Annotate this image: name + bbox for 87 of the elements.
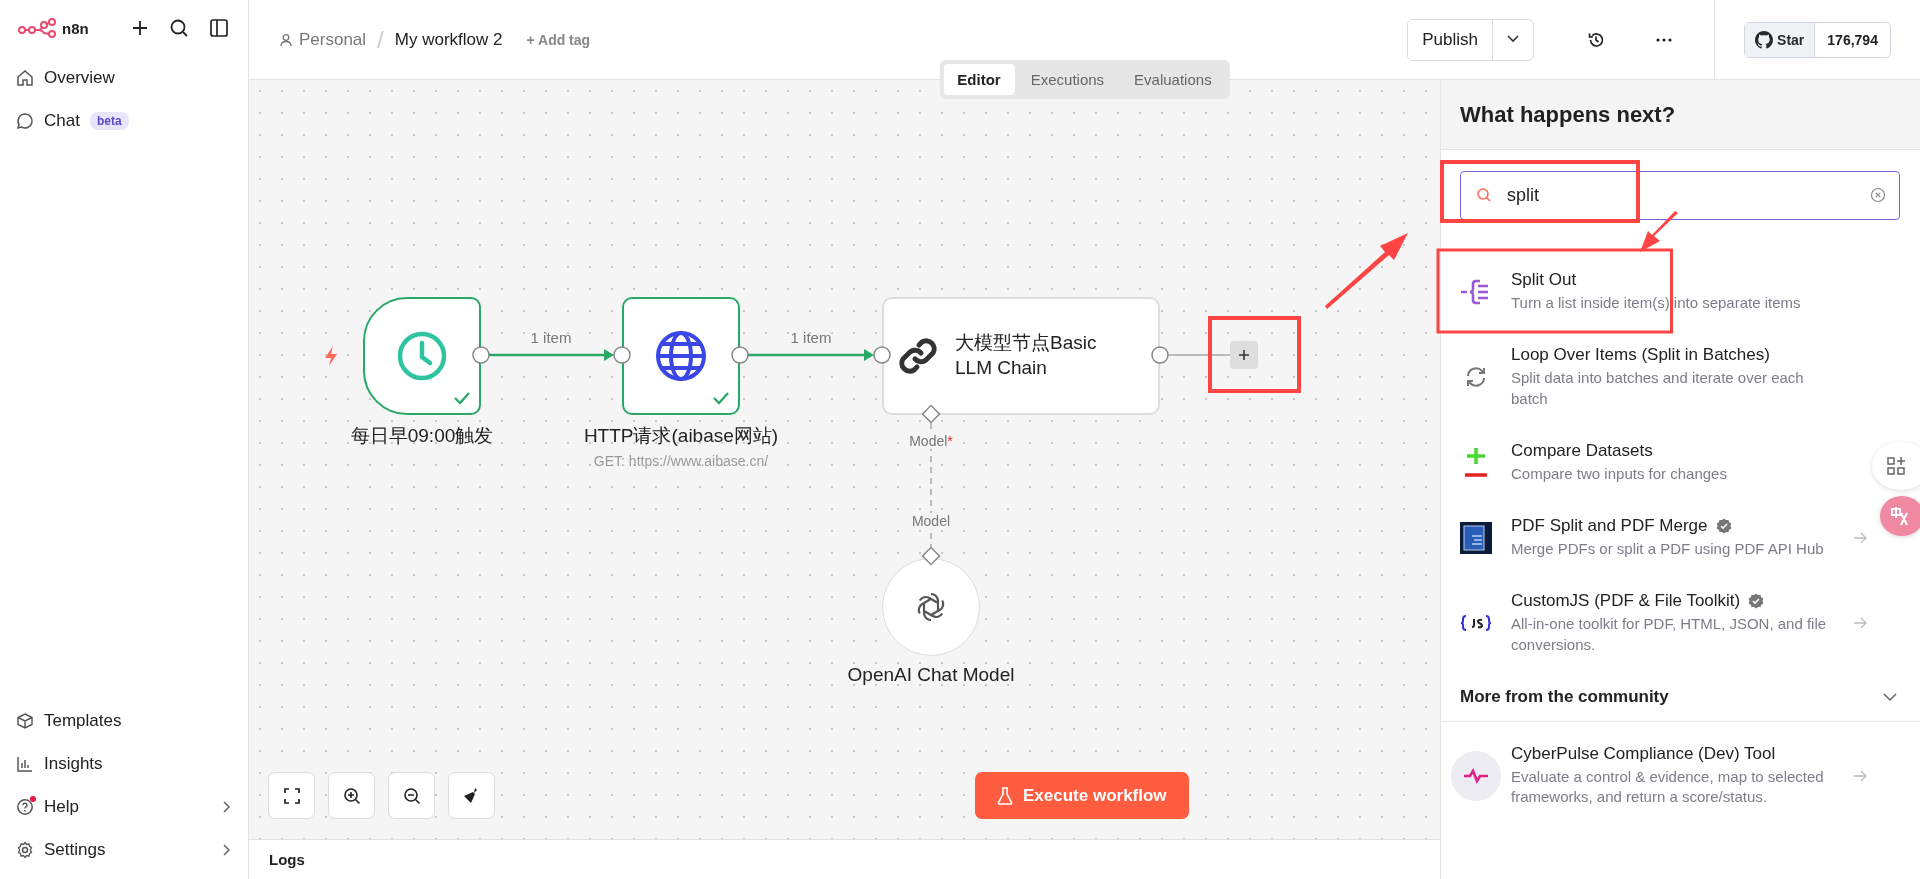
publish-button[interactable]: Publish — [1408, 19, 1493, 60]
star-count: 176,794 — [1826, 30, 1879, 50]
fit-view-icon[interactable] — [268, 772, 315, 819]
plus-icon — [1238, 349, 1250, 361]
check-icon — [453, 391, 471, 405]
search-field[interactable]: split — [1460, 171, 1900, 220]
node-result-item[interactable]: Compare Datasets Compare two inputs for changes — [1441, 424, 1872, 500]
chain-node[interactable]: 大模型节点Basic LLM Chain — [882, 297, 1160, 415]
view-tab[interactable]: Executions — [1016, 64, 1119, 95]
bar-chart-icon — [16, 754, 34, 773]
view-tab[interactable]: Editor — [943, 64, 1015, 95]
brand-name: n8n — [62, 19, 89, 37]
sidebar-item[interactable]: Settings — [0, 828, 248, 871]
view-tab[interactable]: Evaluations — [1120, 64, 1226, 95]
language-icon — [1889, 505, 1911, 527]
chevron-down-icon[interactable] — [1882, 691, 1898, 702]
zoom-out-icon[interactable] — [388, 772, 435, 819]
code-braces-icon — [1461, 615, 1491, 631]
node-result-item[interactable]: CustomJS (PDF & File Toolkit) All-in-one toolkit for PDF, HTML, JSON, and file conversions. — [1441, 575, 1872, 671]
node-result-item[interactable]: Split Out Turn a list inside item(s) into separate items — [1441, 254, 1872, 330]
edge-label: 1 item — [529, 329, 573, 346]
sidebar-item[interactable]: Insights — [0, 742, 248, 785]
node-title: 大模型节点Basic LLM Chain — [955, 331, 1098, 380]
node-result-item[interactable]: PDF Split and PDF Merge Merge PDFs or split a PDF using PDF API Hub — [1441, 500, 1872, 576]
result-description: Split data into batches and iterate over each batch — [1511, 368, 1805, 409]
box-icon — [16, 711, 34, 730]
result-description: Merge PDFs or split a PDF using PDF API Hub — [1511, 539, 1824, 559]
zoom-in-icon[interactable] — [328, 772, 375, 819]
result-description: Compare two inputs for changes — [1511, 463, 1727, 484]
sidebar-item[interactable]: Templates — [0, 699, 248, 742]
add-tag-link[interactable]: + Add tag — [526, 31, 591, 48]
check-icon — [712, 391, 730, 405]
connection-handle[interactable] — [873, 346, 891, 364]
node-subtitle: GET: https://www.aibase.cn/ — [593, 453, 769, 469]
result-title: CustomJS (PDF & File Toolkit) — [1511, 591, 1741, 612]
clock-icon — [396, 330, 448, 382]
trigger-node[interactable] — [363, 297, 481, 415]
result-title: Compare Datasets — [1511, 440, 1653, 461]
connection-handle[interactable] — [472, 346, 490, 364]
breadcrumb-separator: / — [377, 25, 384, 54]
result-title: Split Out — [1511, 270, 1577, 290]
help-icon — [16, 797, 34, 816]
node-title: 每日早09:00触发 — [350, 424, 494, 448]
node-title: OpenAI Chat Model — [847, 664, 1015, 686]
settings-icon — [16, 840, 34, 859]
connection-handle[interactable] — [731, 346, 749, 364]
result-description: Turn a list inside item(s) into separate items — [1511, 293, 1801, 313]
search-icon — [1476, 187, 1492, 203]
home-icon — [16, 68, 34, 87]
workflow-name[interactable]: My workflow 2 — [394, 29, 503, 50]
result-title: Loop Over Items (Split in Batches) — [1511, 345, 1770, 366]
connection-handle[interactable] — [1151, 346, 1169, 364]
broom-icon[interactable] — [448, 772, 495, 819]
chat-bubble-icon — [16, 111, 34, 130]
flask-icon — [997, 786, 1013, 805]
document-icon — [1460, 521, 1492, 554]
github-star-button[interactable]: Star — [1745, 22, 1816, 57]
result-title: CyberPulse Compliance (Dev) Tool — [1511, 743, 1776, 764]
beta-badge: beta — [89, 111, 129, 130]
connection-handle[interactable] — [613, 346, 631, 364]
annotation-arrow — [1640, 211, 1678, 252]
sidebar-item[interactable]: Help — [0, 785, 248, 828]
logs-title[interactable]: Logs — [269, 851, 305, 868]
section-title: More from the community — [1460, 686, 1669, 707]
result-description: All-in-one toolkit for PDF, HTML, JSON, and file conversions. — [1511, 614, 1828, 655]
result-description: Evaluate a control & evidence, map to selected frameworks, and return a score/status. — [1511, 766, 1825, 807]
globe-icon — [654, 329, 708, 383]
node-result-item[interactable]: CyberPulse Compliance (Dev) Tool Evaluate a control & evidence, map to selected frameworks, and return a score/status. — [1441, 727, 1872, 824]
grid-plus-icon[interactable] — [1872, 442, 1920, 490]
lightning-icon — [323, 345, 339, 367]
plus-minus-icon — [1463, 446, 1489, 479]
panel-title: What happens next? — [1460, 101, 1676, 128]
add-node-button[interactable] — [1230, 341, 1258, 369]
sidebar-item[interactable]: Chat beta — [0, 99, 248, 142]
edge-label: 1 item — [789, 329, 833, 346]
pulse-icon — [1451, 750, 1501, 801]
user-icon — [279, 32, 293, 47]
sidebar-item[interactable]: Overview — [0, 56, 248, 99]
logo-icon — [18, 18, 56, 38]
github-icon — [1755, 30, 1774, 49]
project-link[interactable]: Personal — [299, 29, 367, 50]
http-node[interactable] — [622, 297, 740, 415]
node-result-item[interactable]: Loop Over Items (Split in Batches) Split data into batches and iterate over each batch — [1441, 329, 1872, 425]
clear-icon[interactable] — [1870, 187, 1886, 203]
result-title: PDF Split and PDF Merge — [1511, 516, 1708, 536]
node-title: HTTP请求(aibase网站) — [583, 424, 779, 448]
refresh-icon — [1464, 365, 1488, 389]
